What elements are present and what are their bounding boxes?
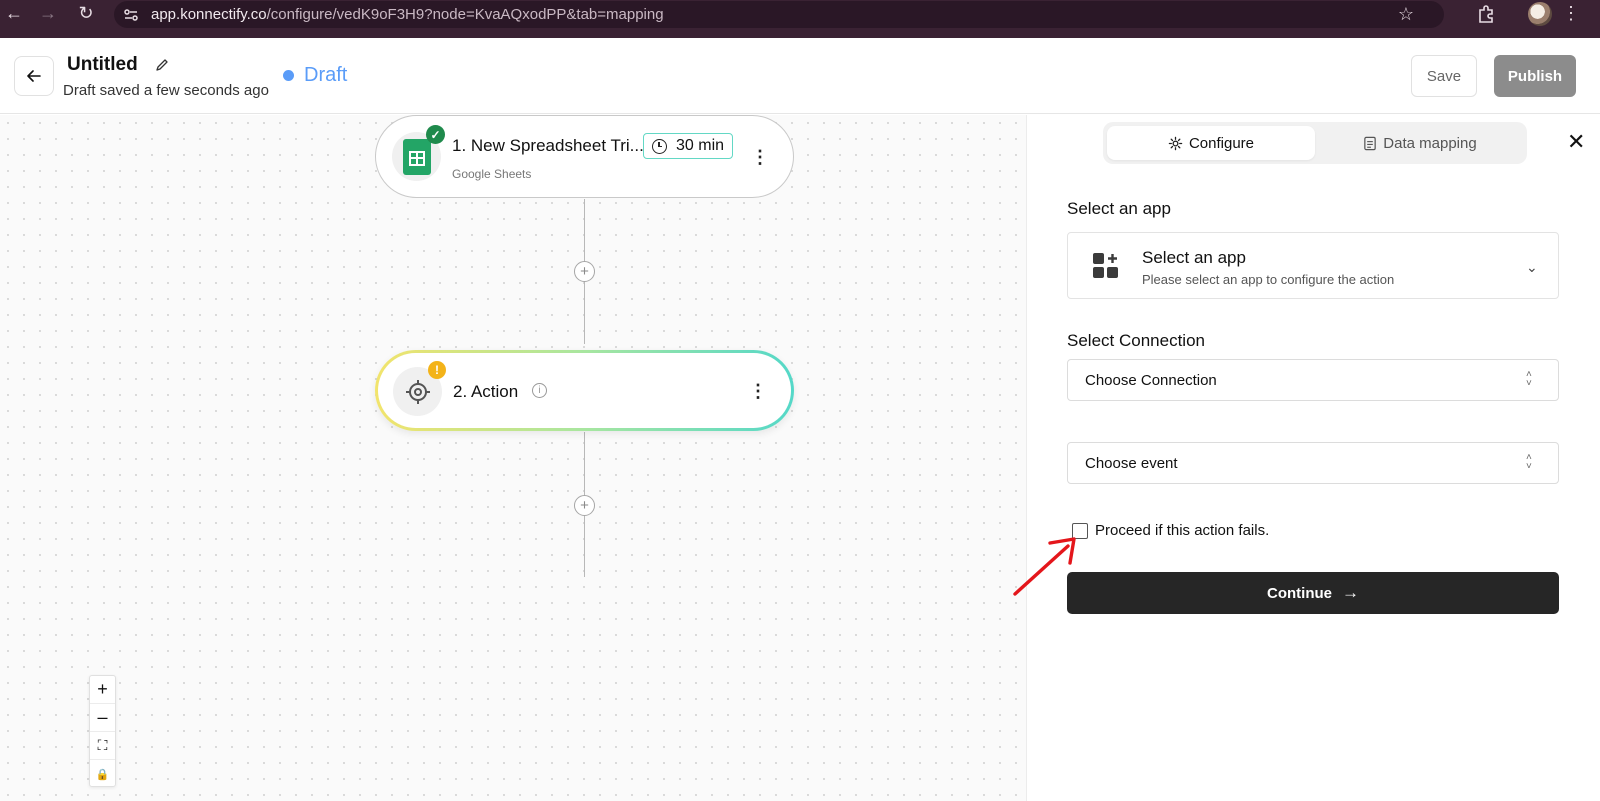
status-dot (283, 70, 294, 81)
proceed-on-failure-row: Proceed if this action fails. (1072, 522, 1269, 539)
save-button[interactable]: Save (1411, 55, 1477, 97)
chevron-up-down-icon: ˄ ˅ (1526, 452, 1532, 472)
reload-icon[interactable]: ↻ (74, 1, 98, 25)
publish-button[interactable]: Publish (1494, 55, 1576, 97)
back-button[interactable] (14, 56, 54, 96)
fit-view-button[interactable]: ⛶ (90, 732, 115, 760)
bookmark-star-icon[interactable]: ☆ (1398, 4, 1414, 25)
zoom-controls: + – ⛶ 🔒 (89, 675, 116, 787)
save-status-text: Draft saved a few seconds ago (63, 82, 269, 99)
workflow-title[interactable]: Untitled (67, 54, 138, 76)
add-step-button[interactable]: + (574, 261, 595, 282)
connection-select[interactable]: Choose Connection ˄ ˅ (1067, 359, 1559, 401)
chevron-up-down-icon: ˄ ˅ (1526, 369, 1532, 389)
warning-icon: ! (428, 361, 446, 379)
extensions-icon[interactable] (1476, 4, 1496, 24)
add-step-button[interactable]: + (574, 495, 595, 516)
browser-forward-icon[interactable]: → (36, 1, 60, 25)
site-settings-icon[interactable] (123, 7, 139, 23)
event-select-value: Choose event (1085, 455, 1178, 472)
node-title: 2. Action (453, 382, 519, 401)
gear-icon (1168, 136, 1183, 150)
zoom-in-button[interactable]: + (90, 676, 115, 704)
apps-grid-icon (1093, 253, 1118, 278)
select-app-label: Select an app (1067, 199, 1171, 218)
tab-configure[interactable]: Configure (1107, 126, 1315, 160)
chevron-down-icon: ⌄ (1526, 259, 1538, 275)
url-text: app.konnectify.co/configure/vedK9oF3H9?n… (151, 6, 664, 23)
app-selector[interactable]: Select an app Please select an app to co… (1067, 232, 1559, 299)
browser-menu-icon[interactable]: ⋮ (1562, 3, 1580, 24)
app-select-title: Select an app (1142, 248, 1246, 267)
target-icon (405, 379, 430, 404)
close-icon[interactable]: ✕ (1567, 131, 1585, 153)
profile-avatar[interactable] (1528, 2, 1552, 26)
arrow-left-icon (27, 70, 41, 82)
node-title: 1. New Spreadsheet Tri... (452, 136, 644, 155)
annotation-arrow-icon (1013, 537, 1076, 596)
interval-value: 30 min (676, 137, 725, 154)
poll-interval-chip[interactable]: 30 min (643, 133, 734, 159)
browser-toolbar: ← → ↻ app.konnectify.co/configure/vedK9o… (0, 0, 1600, 38)
continue-button[interactable]: Continue → (1067, 572, 1559, 614)
trigger-node[interactable]: ✓ 1. New Spreadsheet Tri... Google Sheet… (375, 115, 794, 198)
action-node[interactable]: ! 2. Action i ⋮ (375, 350, 794, 431)
zoom-out-button[interactable]: – (90, 704, 115, 732)
workflow-canvas[interactable]: + + ✓ 1. New Spreadsheet Tri... Google S… (0, 115, 1026, 801)
document-icon (1364, 136, 1377, 150)
clock-icon (652, 138, 667, 154)
tab-data-mapping[interactable]: Data mapping (1317, 126, 1523, 160)
config-panel: Configure Data mapping ✕ Select an app S… (1026, 115, 1600, 801)
pencil-edit-icon[interactable] (154, 57, 170, 73)
node-menu-icon[interactable]: ⋮ (751, 148, 769, 166)
browser-back-icon[interactable]: ← (2, 1, 26, 25)
select-connection-label: Select Connection (1067, 331, 1205, 350)
draft-status-badge: Draft (283, 64, 347, 87)
app-select-hint: Please select an app to configure the ac… (1142, 272, 1395, 287)
google-sheets-icon (402, 138, 431, 175)
node-menu-icon[interactable]: ⋮ (749, 382, 767, 400)
event-select[interactable]: Choose event ˄ ˅ (1067, 442, 1559, 484)
address-bar[interactable]: app.konnectify.co/configure/vedK9oF3H9?n… (114, 1, 1444, 28)
panel-tabs: Configure Data mapping (1103, 122, 1527, 164)
node-app-name: Google Sheets (452, 167, 532, 181)
check-success-icon: ✓ (426, 125, 445, 144)
arrow-right-icon: → (1342, 583, 1359, 602)
info-icon[interactable]: i (532, 383, 547, 398)
app-header: Untitled Draft saved a few seconds ago D… (0, 38, 1600, 114)
proceed-on-failure-label[interactable]: Proceed if this action fails. (1095, 522, 1269, 539)
connection-select-value: Choose Connection (1085, 372, 1217, 389)
lock-button[interactable]: 🔒 (90, 760, 115, 788)
status-label: Draft (304, 64, 348, 86)
